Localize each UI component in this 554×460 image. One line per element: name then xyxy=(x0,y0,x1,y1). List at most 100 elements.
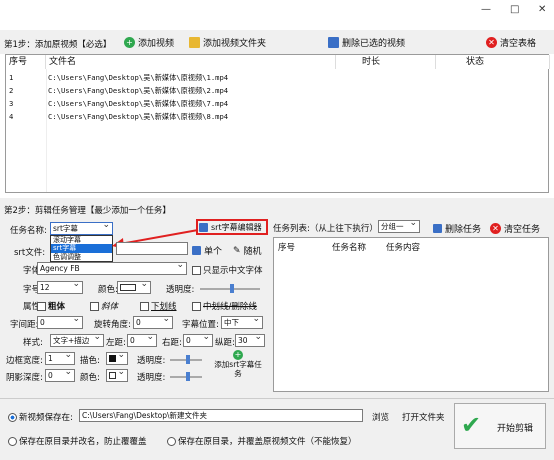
delete-task-button[interactable]: 删除任务 xyxy=(433,222,481,235)
border-width-select[interactable]: 1 xyxy=(45,352,75,365)
save-new-label: 新视频保存在: xyxy=(19,413,73,423)
minimize-button[interactable]: — xyxy=(481,4,491,15)
clear-table-button[interactable]: ✕ 清空表格 xyxy=(486,36,536,49)
task-option-selected[interactable]: srt字幕 xyxy=(51,244,112,253)
rename-radio[interactable]: 保存在原目录并改名，防止覆覆盖 xyxy=(8,435,147,447)
color-swatch xyxy=(120,284,136,291)
close-circle-icon: ✕ xyxy=(486,37,497,48)
add-task-button[interactable]: + 添加srt字幕任务 xyxy=(212,350,264,382)
single-button[interactable]: 单个 xyxy=(192,244,222,257)
left-margin-label: 左距: xyxy=(106,338,126,348)
color-picker[interactable] xyxy=(117,281,151,294)
add-video-label: 添加视频 xyxy=(138,39,175,49)
divider xyxy=(0,398,554,399)
title-bar: — □ ✕ xyxy=(0,0,554,22)
vertical-margin-select[interactable]: 30 xyxy=(235,334,265,347)
checkbox-box xyxy=(192,302,201,311)
position-label: 字幕位置: xyxy=(182,320,219,330)
stroke-color-label: 描色: xyxy=(80,356,100,366)
task-table[interactable]: 序号 任务名称 任务内容 xyxy=(273,237,549,392)
shadow-transparency-slider[interactable] xyxy=(170,372,202,381)
rotate-label: 旋转角度: xyxy=(94,320,131,330)
col-header-filename[interactable]: 文件名 xyxy=(46,55,336,69)
task-col-content[interactable]: 任务内容 xyxy=(386,241,420,253)
stroke-color-picker[interactable] xyxy=(106,352,128,365)
task-name-select[interactable]: srt字幕 xyxy=(50,222,113,235)
checkbox-box xyxy=(192,266,201,275)
strike-checkbox[interactable]: 中划线/删除线 xyxy=(192,300,257,312)
table-row[interactable]: 3 C:\Users\Fang\Desktop\吴\新媒体\原视频\7.mp4 xyxy=(6,97,548,110)
random-button[interactable]: ✎ 随机 xyxy=(233,244,262,258)
table-row[interactable]: 2 C:\Users\Fang\Desktop\吴\新媒体\原视频\2.mp4 xyxy=(6,84,548,97)
italic-label: 斜体 xyxy=(101,302,119,312)
delete-list-icon xyxy=(433,224,442,233)
vertical-margin-label: 纵距: xyxy=(215,338,235,348)
browse-button[interactable]: 浏览 xyxy=(372,411,389,423)
add-folder-label: 添加视频文件夹 xyxy=(203,39,267,49)
col-header-no[interactable]: 序号 xyxy=(6,55,46,69)
style-select[interactable]: 文字+描边 xyxy=(50,334,104,347)
add-folder-button[interactable]: 添加视频文件夹 xyxy=(189,36,266,49)
task-col-no[interactable]: 序号 xyxy=(278,241,295,253)
checkbox-box xyxy=(140,302,149,311)
spacing-label: 字间距: xyxy=(10,320,39,330)
spacing-select[interactable]: 0 xyxy=(37,316,83,329)
maximize-button[interactable]: □ xyxy=(510,4,519,15)
close-button[interactable]: ✕ xyxy=(538,4,546,15)
save-path-input[interactable]: C:\Users\Fang\Desktop\新建文件夹 xyxy=(79,409,363,422)
border-transparency-slider[interactable] xyxy=(170,355,202,364)
srt-editor-label: srt字幕编辑器 xyxy=(211,223,262,232)
table-row[interactable]: 4 C:\Users\Fang\Desktop\吴\新媒体\原视频\8.mp4 xyxy=(6,110,548,123)
shadow-color-label: 颜色: xyxy=(80,373,100,383)
right-margin-select[interactable]: 0 xyxy=(183,334,213,347)
position-select[interactable]: 中下 xyxy=(221,316,263,329)
shuffle-icon: ✎ xyxy=(233,245,241,256)
column-divider xyxy=(46,69,47,192)
clear-task-button[interactable]: ✕ 清空任务 xyxy=(490,222,540,235)
video-table[interactable]: 序号 文件名 时长 状态 1 C:\Users\Fang\Desktop\吴\新… xyxy=(5,54,550,193)
radio-unselected xyxy=(8,437,17,446)
save-new-radio[interactable]: 新视频保存在: xyxy=(8,411,73,423)
color-swatch xyxy=(109,372,116,379)
task-col-name[interactable]: 任务名称 xyxy=(332,241,366,253)
row-file: C:\Users\Fang\Desktop\吴\新媒体\原视频\8.mp4 xyxy=(48,112,229,121)
only-cn-checkbox[interactable]: 只显示中文字体 xyxy=(192,264,263,276)
delete-selected-button[interactable]: 删除已选的视频 xyxy=(328,36,405,49)
task-option[interactable]: 滚动字幕 xyxy=(51,236,112,244)
left-margin-select[interactable]: 0 xyxy=(127,334,157,347)
start-button[interactable]: ✔ 开始剪辑 xyxy=(454,403,546,449)
random-label: 随机 xyxy=(243,247,262,257)
shadow-depth-select[interactable]: 0 xyxy=(45,369,75,382)
shadow-color-picker[interactable] xyxy=(106,369,128,382)
check-icon: ✔ xyxy=(461,411,482,439)
srt-editor-button[interactable]: srt字幕编辑器 xyxy=(199,222,262,233)
font-select[interactable]: Agency FB xyxy=(37,262,187,275)
edit-icon xyxy=(199,223,208,232)
underline-label: 下划线 xyxy=(151,302,177,312)
add-video-button[interactable]: + 添加视频 xyxy=(124,36,174,49)
task-option[interactable]: 色调调整 xyxy=(51,253,112,261)
single-label: 单个 xyxy=(204,247,223,257)
add-task-label: 添加srt字幕任务 xyxy=(214,360,262,378)
task-name-label: 任务名称: xyxy=(10,226,47,236)
italic-checkbox[interactable]: 斜体 xyxy=(90,300,118,312)
table-row[interactable]: 1 C:\Users\Fang\Desktop\吴\新媒体\原视频\1.mp4 xyxy=(6,71,548,84)
srt-file-label: srt文件: xyxy=(14,248,46,258)
overwrite-radio[interactable]: 保存在原目录，并覆盖原视频文件（不能恢复） xyxy=(167,435,357,447)
row-file: C:\Users\Fang\Desktop\吴\新媒体\原视频\2.mp4 xyxy=(48,86,229,95)
bold-label: 粗体 xyxy=(48,302,66,312)
srt-file-input[interactable] xyxy=(116,242,188,255)
style-label: 样式: xyxy=(23,338,43,348)
underline-checkbox[interactable]: 下划线 xyxy=(140,300,177,312)
open-folder-button[interactable]: 打开文件夹 xyxy=(402,411,445,423)
rotate-select[interactable]: 0 xyxy=(133,316,173,329)
size-select[interactable]: 12 xyxy=(37,281,83,294)
col-header-status[interactable]: 状态 xyxy=(436,55,550,69)
file-icon xyxy=(192,246,201,255)
bold-checkbox[interactable]: 粗体 xyxy=(37,300,65,312)
transparency-slider[interactable] xyxy=(200,284,260,293)
step1-toolbar: 第1步：添加原视频【必选】 + 添加视频 添加视频文件夹 删除已选的视频 ✕ 清… xyxy=(0,30,554,54)
group-select[interactable]: 分组一 xyxy=(378,220,420,233)
radio-selected xyxy=(8,413,17,422)
col-header-duration[interactable]: 时长 xyxy=(336,55,436,69)
